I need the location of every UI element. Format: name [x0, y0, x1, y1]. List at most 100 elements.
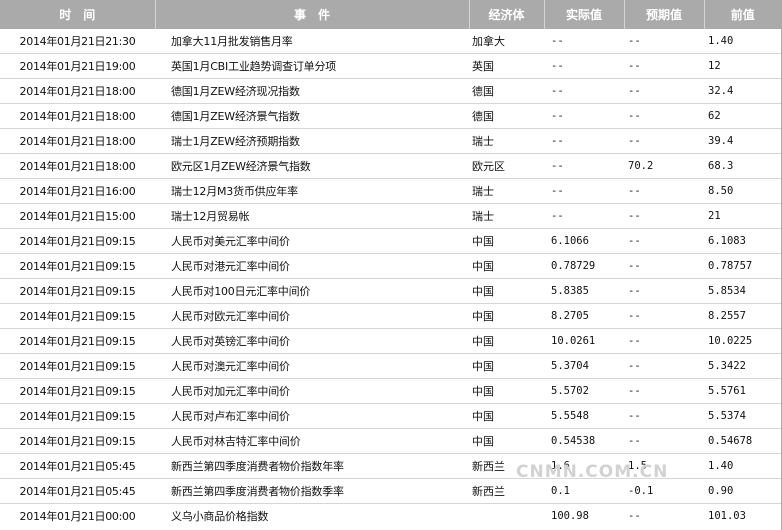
header-event: 事件	[155, 0, 470, 29]
header-actual: 实际值	[544, 0, 625, 29]
cell-time: 2014年01月21日05:45	[0, 478, 155, 504]
cell-economy: 中国	[469, 328, 544, 354]
cell-economy: 中国	[469, 303, 544, 329]
table-row: 2014年01月21日18:00 德国1月ZEW经济现况指数 德国 -- -- 32.4	[0, 78, 781, 104]
cell-previous: 12	[704, 53, 781, 79]
cell-expected: --	[624, 128, 704, 154]
cell-economy: 中国	[469, 378, 544, 404]
cell-expected: --	[624, 228, 704, 254]
cell-time: 2014年01月21日00:00	[19, 510, 136, 523]
cell-actual: 5.8385	[544, 278, 624, 304]
cell-actual: --	[544, 29, 624, 54]
cell-event: 人民币对英镑汇率中间价	[155, 328, 469, 354]
header-expected: 预期值	[624, 0, 705, 29]
table-row: 2014年01月21日19:00 英国1月CBI工业趋势调查订单分项 英国 -- -- 1…	[0, 53, 781, 79]
cell-economy: 瑞士	[469, 203, 544, 229]
cell-previous: 8.50	[704, 178, 781, 204]
cell-event: 人民币对林吉特汇率中间价	[155, 428, 469, 454]
table-row: 2014年01月21日21:30 加拿大11月批发销售月率 加拿大 -- -- 1.40	[0, 29, 781, 54]
cell-economy: 中国	[469, 253, 544, 279]
cell-event: 人民币对卢布汇率中间价	[155, 403, 469, 429]
table-row: 2014年01月21日00:00 义乌小商品价格指数 100.98 -- 101.03	[0, 504, 781, 529]
cell-expected: --	[624, 29, 704, 54]
cell-event: 新西兰第四季度消费者物价指数年率	[155, 453, 469, 479]
cell-time: 2014年01月21日18:00	[0, 153, 155, 179]
cell-time: 2014年01月21日09:15	[0, 278, 155, 304]
table-row: 2014年01月21日16:00 瑞士12月M3货币供应年率 瑞士 -- -- 8.50	[0, 178, 781, 204]
cell-time: 2014年01月21日09:15	[0, 303, 155, 329]
cell-expected: 1.5	[624, 453, 704, 479]
cell-expected: --	[624, 53, 704, 79]
cell-previous: 39.4	[704, 128, 781, 154]
cell-actual: --	[544, 53, 624, 79]
cell-previous: 1.40	[704, 29, 781, 54]
cell-economy: 瑞士	[469, 128, 544, 154]
cell-economy: 新西兰	[469, 478, 544, 504]
cell-time: 2014年01月21日09:15	[0, 378, 155, 404]
cell-economy: 中国	[469, 278, 544, 304]
table-row: 2014年01月21日18:00 欧元区1月ZEW经济景气指数 欧元区 -- 70.2 6…	[0, 153, 781, 179]
cell-previous: 32.4	[704, 78, 781, 104]
cell-time: 2014年01月21日09:15	[0, 328, 155, 354]
cell-previous: 0.78757	[704, 253, 781, 279]
table-row: 2014年01月21日09:15 人民币对加元汇率中间价 中国 5.5702 -- 5.5…	[0, 378, 781, 404]
cell-expected: --	[624, 253, 704, 279]
cell-time: 2014年01月21日09:15	[0, 403, 155, 429]
cell-expected: --	[624, 328, 704, 354]
cell-previous: 1.40	[704, 453, 781, 479]
cell-expected: --	[624, 103, 704, 129]
cell-economy: 中国	[469, 353, 544, 379]
cell-event: 英国1月CBI工业趋势调查订单分项	[155, 53, 469, 79]
cell-previous: 0.54678	[704, 428, 781, 454]
cell-actual: 5.5702	[544, 378, 624, 404]
cell-actual: 1.6	[544, 453, 624, 479]
cell-time: 2014年01月21日18:00	[0, 103, 155, 129]
cell-event: 新西兰第四季度消费者物价指数季率	[155, 478, 469, 504]
cell-expected: -0.1	[624, 478, 704, 504]
cell-event: 瑞士1月ZEW经济预期指数	[155, 128, 469, 154]
cell-previous: 0.90	[704, 478, 781, 504]
cell-economy: 瑞士	[469, 178, 544, 204]
cell-expected: 70.2	[624, 153, 704, 179]
cell-expected: --	[624, 203, 704, 229]
cell-actual: 0.78729	[544, 253, 624, 279]
cell-economy: 德国	[469, 78, 544, 104]
table-row: 2014年01月21日09:15 人民币对100日元汇率中间价 中国 5.8385 --…	[0, 278, 781, 304]
cell-event: 瑞士12月M3货币供应年率	[155, 178, 469, 204]
cell-actual: 0.1	[544, 478, 624, 504]
economic-calendar-table: 时间 事件 经济体 实际值 预期值 前值 2014年01月21日21:30 加拿大…	[0, 0, 781, 528]
cell-expected: --	[624, 378, 704, 404]
cell-time: 2014年01月21日16:00	[0, 178, 155, 204]
cell-expected: --	[624, 428, 704, 454]
table-header: 时间 事件 经济体 实际值 预期值 前值	[0, 0, 781, 29]
cell-event: 人民币对加元汇率中间价	[155, 378, 469, 404]
cell-event: 德国1月ZEW经济现况指数	[155, 78, 469, 104]
cell-time: 2014年01月21日05:45	[0, 453, 155, 479]
table-row: 2014年01月21日09:15 人民币对林吉特汇率中间价 中国 0.54538 -- 0…	[0, 428, 781, 454]
table-body: 2014年01月21日21:30 加拿大11月批发销售月率 加拿大 -- -- 1.40 2…	[0, 29, 781, 528]
cell-expected: --	[624, 278, 704, 304]
cell-actual: 5.5548	[544, 403, 624, 429]
cell-actual: 6.1066	[544, 228, 624, 254]
cell-previous: 10.0225	[704, 328, 781, 354]
cell-economy: 中国	[469, 428, 544, 454]
cell-actual: 5.3704	[544, 353, 624, 379]
cell-previous: 101.03	[708, 510, 746, 522]
cell-previous: 68.3	[704, 153, 781, 179]
cell-economy: 英国	[469, 53, 544, 79]
cell-time: 2014年01月21日09:15	[0, 253, 155, 279]
cell-time: 2014年01月21日09:15	[0, 228, 155, 254]
header-time: 时间	[0, 0, 156, 29]
cell-actual: 8.2705	[544, 303, 624, 329]
header-previous: 前值	[704, 0, 781, 29]
cell-previous: 5.5761	[704, 378, 781, 404]
cell-event: 加拿大11月批发销售月率	[155, 29, 469, 54]
cell-time: 2014年01月21日18:00	[0, 128, 155, 154]
table-row: 2014年01月21日18:00 德国1月ZEW经济景气指数 德国 -- -- 62	[0, 103, 781, 129]
cell-economy: 德国	[469, 103, 544, 129]
cell-event: 瑞士12月贸易帐	[155, 203, 469, 229]
cell-previous: 5.5374	[704, 403, 781, 429]
cell-previous: 62	[704, 103, 781, 129]
table-row: 2014年01月21日09:15 人民币对英镑汇率中间价 中国 10.0261 -- 10…	[0, 328, 781, 354]
cell-event: 人民币对澳元汇率中间价	[155, 353, 469, 379]
